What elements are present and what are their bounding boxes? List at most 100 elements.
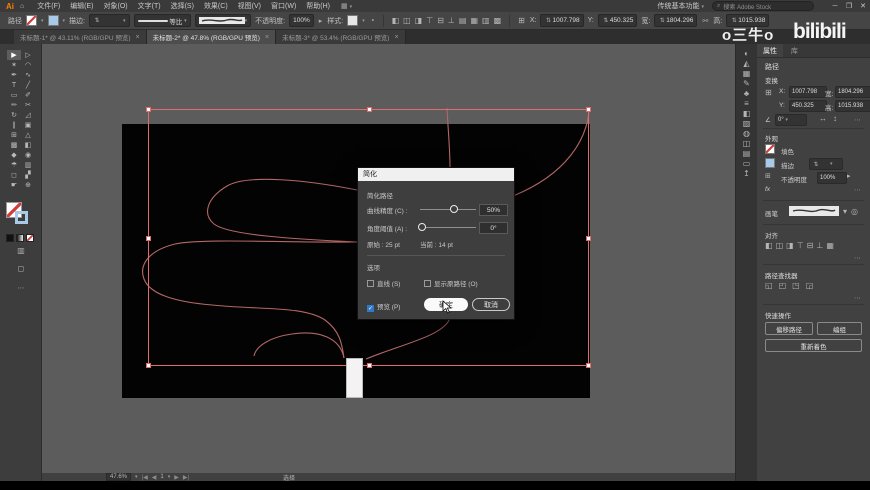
selection-handle[interactable] — [586, 236, 591, 241]
width-input[interactable]: ⇅1804.296 — [654, 14, 697, 27]
menu-item[interactable]: 帮助(H) — [301, 1, 335, 11]
selection-handle[interactable] — [586, 363, 591, 368]
fill-dropdown-icon[interactable]: ▾ — [41, 18, 44, 24]
prev-artboard-icon[interactable]: ◀ — [152, 474, 157, 481]
hand-tool[interactable]: ☛ — [7, 180, 21, 190]
rectangle-tool[interactable]: ▭ — [7, 90, 21, 100]
app-logo[interactable]: Ai — [6, 2, 14, 11]
transparency-panel-icon[interactable]: ▨ — [740, 118, 754, 128]
slice-tool[interactable]: ▞ — [21, 170, 35, 180]
maximize-button[interactable]: ❐ — [842, 2, 856, 10]
stroke-weight-input[interactable]: ⇅▾ — [809, 158, 843, 170]
brush-definition-select[interactable] — [789, 206, 839, 218]
flip-horizontal-icon[interactable]: ↔ — [819, 114, 827, 123]
offset-path-button[interactable]: 偏移路径 — [765, 322, 813, 335]
scale-tool[interactable]: ◿ — [21, 110, 35, 120]
scissors-tool[interactable]: ✂ — [21, 100, 35, 110]
rotate-tool[interactable]: ↻ — [7, 110, 21, 120]
align-right-icon[interactable]: ◨ — [786, 241, 794, 250]
close-tab-icon[interactable]: × — [394, 34, 398, 41]
menu-item[interactable]: 效果(C) — [199, 1, 233, 11]
rotate-angle-select[interactable]: 0° ▾ — [775, 114, 807, 126]
direct-selection-tool[interactable]: ▷ — [21, 50, 35, 60]
artboard-tool[interactable]: ◻ — [7, 170, 21, 180]
style-dropdown-icon[interactable]: ▾ — [362, 18, 365, 24]
align-right-icon[interactable]: ◨ — [414, 16, 424, 25]
lasso-tool[interactable]: ◠ — [21, 60, 35, 70]
curve-precision-slider[interactable] — [420, 209, 476, 210]
style-swatch[interactable] — [347, 15, 358, 26]
straight-lines-checkbox[interactable]: 直线 (S) — [367, 278, 400, 288]
fill-swatch[interactable] — [26, 15, 37, 26]
align-bottom-icon[interactable]: ⊥ — [447, 16, 456, 25]
align-v-center-icon[interactable]: ⊟ — [807, 241, 814, 250]
stroke-swatch[interactable] — [765, 158, 775, 168]
workspace-switcher-icon[interactable]: ▦ ▾ — [341, 2, 352, 10]
none-button[interactable] — [26, 234, 34, 242]
fx-icon[interactable]: fx — [765, 186, 770, 193]
dialog-title[interactable]: 简化 — [358, 168, 514, 181]
pathfinder-intersect-icon[interactable]: ◳ — [792, 281, 800, 290]
x-input[interactable]: 1007.798 — [789, 86, 827, 98]
opacity-flyout-icon[interactable]: ▸ — [318, 17, 324, 25]
appearance-panel-icon[interactable]: ◍ — [740, 128, 754, 138]
distribute-v-top-icon[interactable]: ▤ — [458, 16, 468, 25]
more-options-icon[interactable]: ⋯ — [854, 116, 862, 124]
angle-threshold-knob[interactable] — [418, 223, 426, 231]
group-button[interactable]: 编组 — [817, 322, 862, 335]
artboards-panel-icon[interactable]: ▭ — [740, 158, 754, 168]
zoom-tool[interactable]: ⊕ — [21, 180, 35, 190]
reference-point-icon[interactable]: ⊞ — [517, 16, 526, 25]
stock-search-input[interactable]: ⌕ 搜索 Adobe Stock — [712, 1, 814, 11]
layers-panel-icon[interactable]: ▤ — [740, 148, 754, 158]
opacity-input[interactable]: 100% — [289, 14, 314, 27]
selection-handle[interactable] — [367, 363, 372, 368]
document-tab-active[interactable]: 未标题-2* @ 47.8% (RGB/GPU 预览)× — [147, 30, 276, 44]
align-left-icon[interactable]: ◧ — [765, 241, 773, 250]
blend-tool[interactable]: ◉ — [21, 150, 35, 160]
stroke-weight-input[interactable]: ⇅▾ — [89, 14, 130, 27]
shape-builder-tool[interactable]: ⊞ — [7, 130, 21, 140]
mesh-tool[interactable]: ▩ — [7, 140, 21, 150]
align-bottom-icon[interactable]: ⊥ — [816, 241, 823, 250]
x-input[interactable]: ⇅1007.798 — [540, 14, 583, 27]
tab-libraries[interactable]: 库 — [785, 44, 804, 57]
perspective-grid-tool[interactable]: △ — [21, 130, 35, 140]
curvature-tool[interactable]: ∿ — [21, 70, 35, 80]
brushes-panel-icon[interactable]: ✎ — [740, 78, 754, 88]
constrain-proportions-icon[interactable]: ⚯ — [701, 17, 709, 25]
symbol-sprayer-tool[interactable]: ☂ — [7, 160, 21, 170]
align-left-icon[interactable]: ◧ — [391, 16, 401, 25]
close-tab-icon[interactable]: × — [265, 34, 269, 41]
reference-point-icon[interactable]: ⊞ — [765, 88, 772, 97]
pen-tool[interactable]: ✒ — [7, 70, 21, 80]
workspace-selector[interactable]: 传统基本功能 ▾ — [658, 1, 704, 11]
selection-handle[interactable] — [367, 107, 372, 112]
canvas[interactable]: 简化 简化路径 曲线精度 (C) : 50% 角度阈值 (A) : 0° 原始 … — [42, 44, 735, 473]
home-icon[interactable]: ⌂ — [20, 3, 24, 10]
asset-export-panel-icon[interactable]: ↥ — [740, 168, 754, 178]
selection-handle[interactable] — [586, 107, 591, 112]
next-artboard-icon[interactable]: ▶ — [174, 474, 179, 481]
distribute-h-left-icon[interactable]: ▥ — [481, 16, 491, 25]
recolor-button[interactable]: 重新着色 — [765, 339, 862, 352]
drawing-modes-icon[interactable]: ▥ — [0, 246, 42, 255]
selection-tool[interactable]: ▶ — [7, 50, 21, 60]
symbols-panel-icon[interactable]: ♣ — [740, 88, 754, 98]
gradient-tool[interactable]: ◧ — [21, 140, 35, 150]
menu-item[interactable]: 窗口(W) — [266, 1, 301, 11]
align-h-center-icon[interactable]: ◫ — [776, 241, 784, 250]
pathfinder-unite-icon[interactable]: ◱ — [765, 281, 773, 290]
more-options-icon[interactable]: ⋯ — [854, 294, 862, 302]
distribute-icon[interactable]: ▦ — [826, 241, 834, 250]
opacity-flyout-icon[interactable]: ▸ — [847, 172, 851, 180]
cancel-button[interactable]: 取消 — [472, 298, 510, 311]
column-graph-tool[interactable]: ▥ — [21, 160, 35, 170]
graphic-styles-panel-icon[interactable]: ◫ — [740, 138, 754, 148]
y-input[interactable]: 450.325 — [789, 100, 827, 112]
color-button[interactable] — [6, 234, 14, 242]
distribute-h-center-icon[interactable]: ▩ — [493, 16, 503, 25]
menu-item[interactable]: 文件(F) — [32, 1, 65, 11]
fill-swatch[interactable] — [765, 144, 775, 154]
menu-item[interactable]: 编辑(E) — [65, 1, 98, 11]
